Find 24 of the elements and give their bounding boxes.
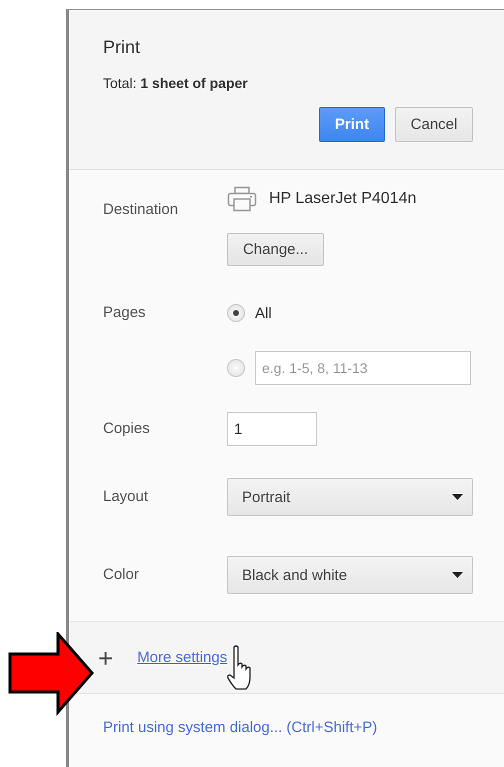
setting-label: Layout — [103, 487, 150, 507]
layout-dropdown[interactable]: Portrait — [227, 478, 473, 516]
setting-label: Copies — [103, 419, 151, 439]
system-dialog-link[interactable]: Print using system dialog... (Ctrl+Shift+P) — [103, 719, 378, 736]
setting-label: Pages — [103, 303, 147, 323]
expand-icon[interactable]: + — [98, 644, 114, 670]
radio-button[interactable] — [227, 304, 245, 322]
page-range-field[interactable]: e.g. 1-5, 8, 11-13 — [255, 351, 471, 385]
setting-label: Destination — [103, 201, 180, 218]
printer-name: HP LaserJet P4014n — [269, 190, 416, 208]
dialog-title: Print — [103, 36, 140, 59]
hand-cursor-icon — [227, 645, 251, 690]
caret-icon — [452, 494, 463, 500]
copies-field[interactable]: 1 — [227, 412, 317, 446]
radio-button[interactable] — [227, 359, 245, 377]
setting-label: Color — [103, 565, 140, 585]
change-button[interactable]: Change... — [227, 233, 324, 266]
caret-icon — [452, 572, 463, 578]
option-label[interactable]: All — [255, 304, 272, 322]
cancel-button[interactable]: Cancel — [395, 107, 473, 142]
color-dropdown[interactable]: Black and white — [227, 556, 473, 594]
sheet-total: Total: 1 sheet of paper — [103, 74, 248, 93]
printer-icon — [227, 186, 257, 212]
more-settings-link[interactable]: More settings — [137, 649, 228, 666]
